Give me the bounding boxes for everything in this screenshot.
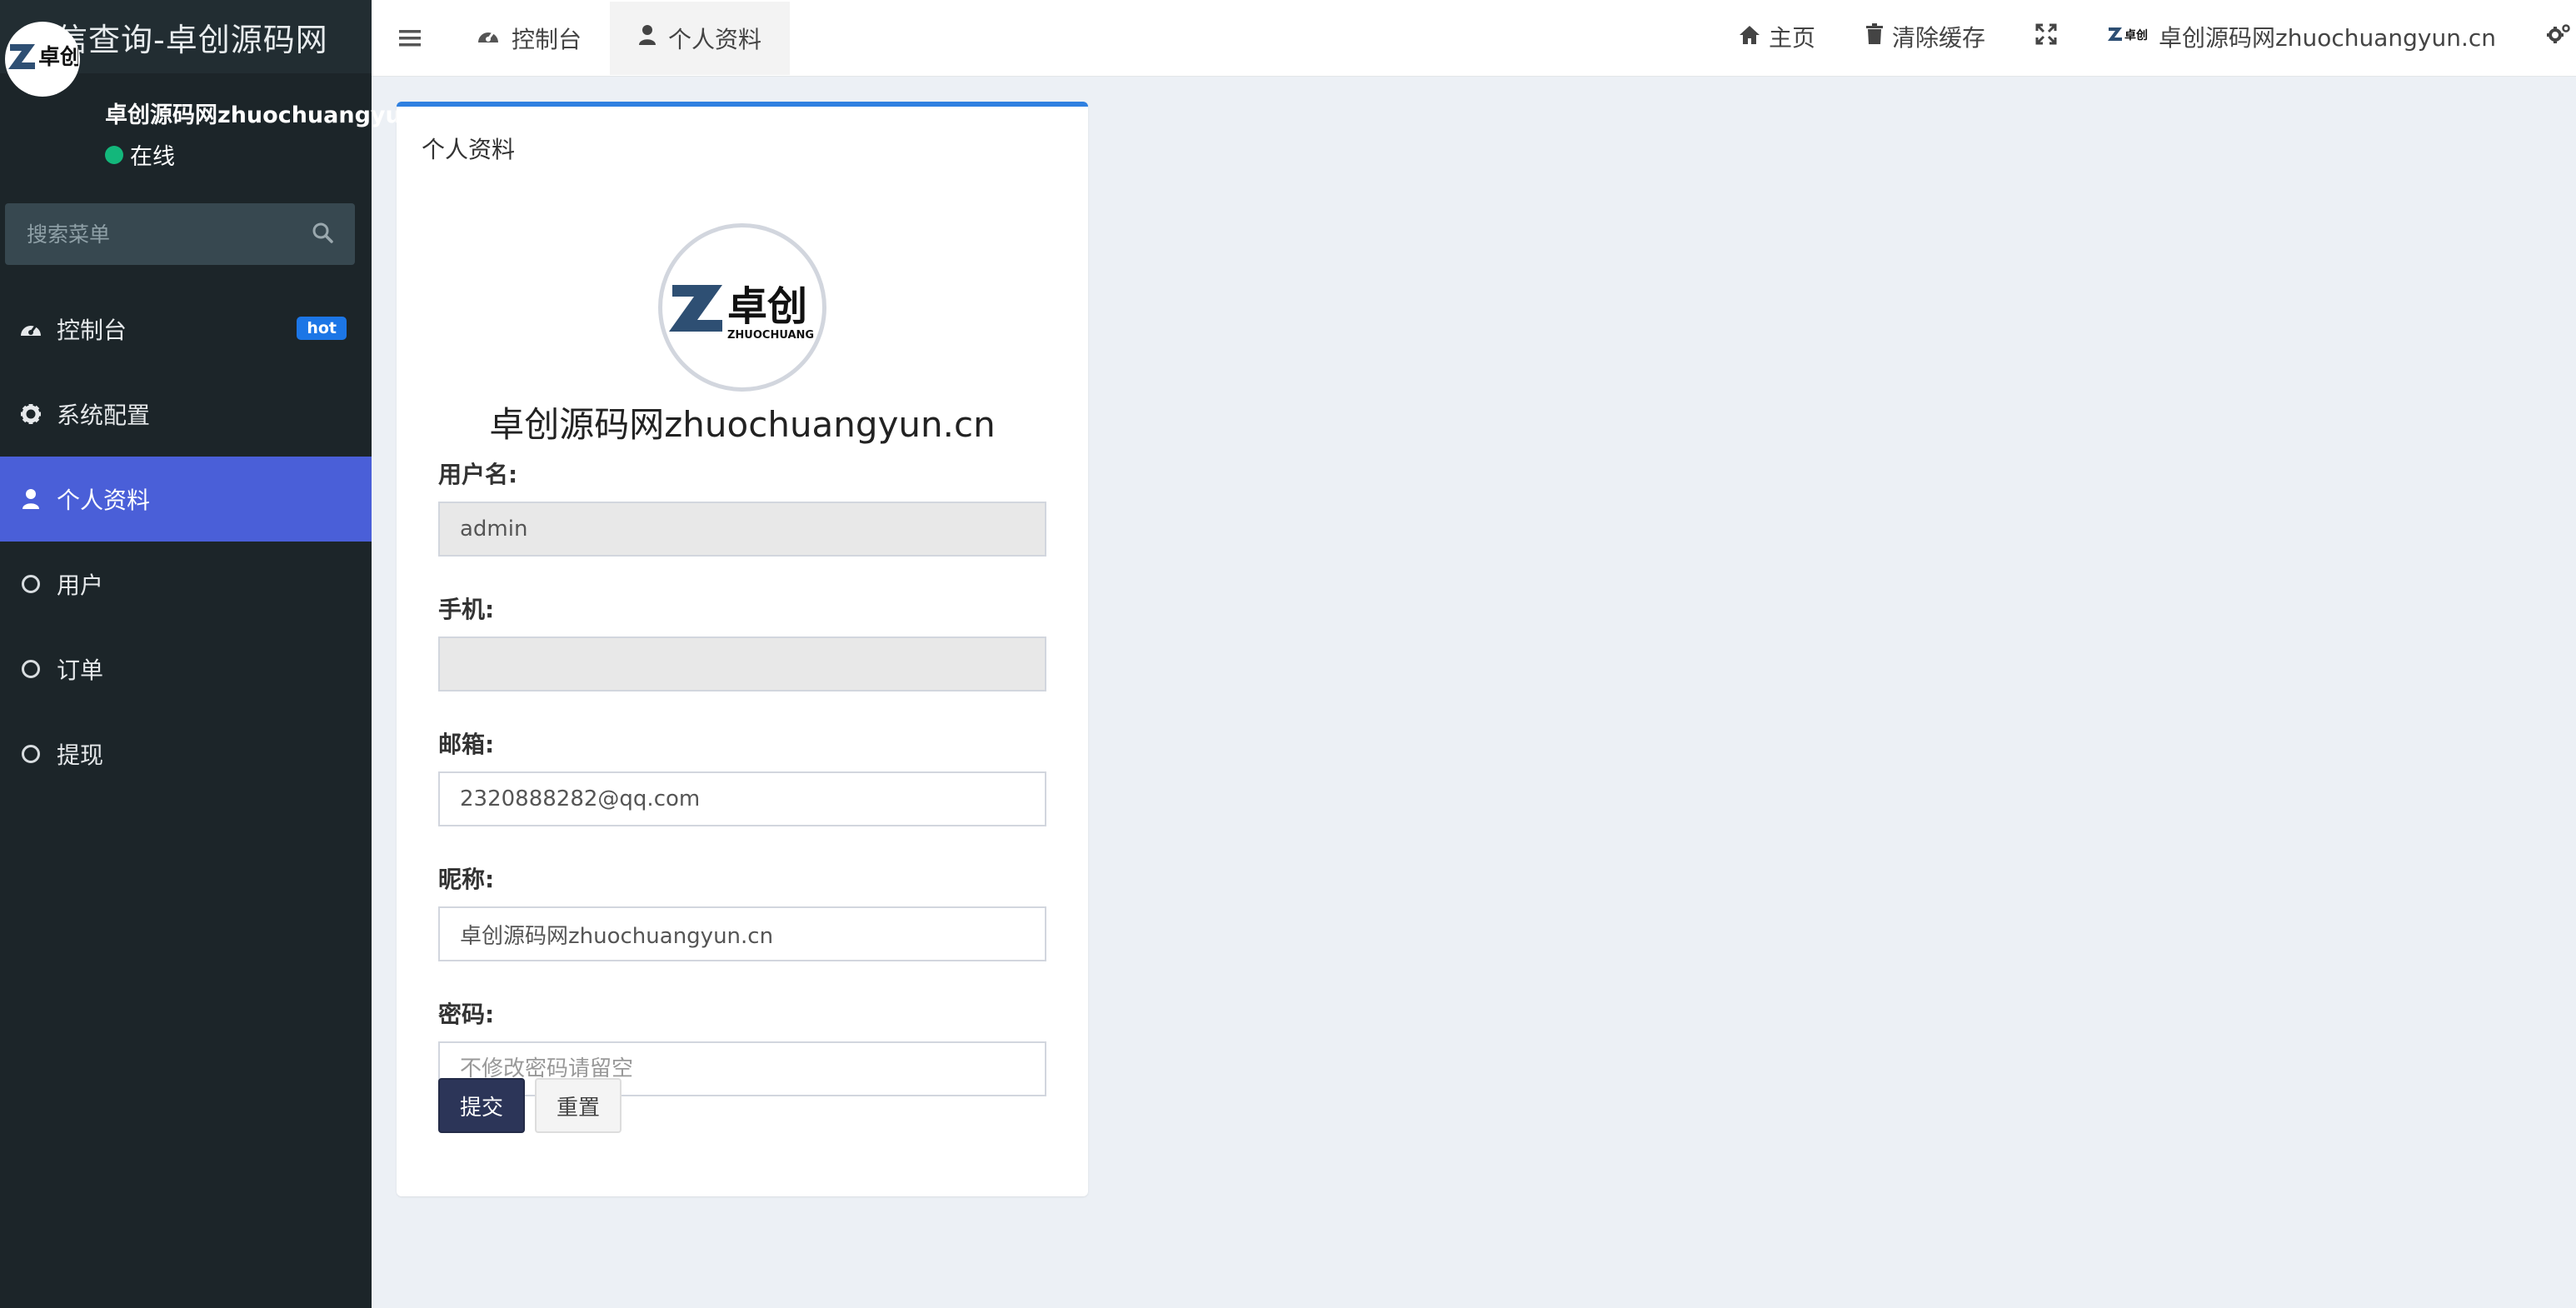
sidebar-item-withdraw[interactable]: 提现 <box>0 711 372 796</box>
hot-badge: hot <box>297 317 347 340</box>
sidebar-search <box>5 203 355 265</box>
clear-cache-label: 清除缓存 <box>1891 24 1985 52</box>
nickname-label: 昵称: <box>438 866 495 893</box>
tab-profile[interactable]: 个人资料 <box>610 1 791 75</box>
box-title: 个人资料 <box>422 136 516 163</box>
svg-text:ZHUOCHUANG: ZHUOCHUANG <box>727 329 814 342</box>
circle-o-icon <box>18 660 43 678</box>
user-status: 在线 <box>105 138 175 171</box>
search-icon[interactable] <box>312 222 333 247</box>
search-input[interactable] <box>27 222 277 247</box>
phone-label: 手机: <box>438 596 495 623</box>
sidebar-item-label: 控制台 <box>57 317 127 344</box>
sidebar-item-label: 用户 <box>57 572 104 599</box>
username-label: 用户名: <box>438 461 518 488</box>
clear-cache-link[interactable]: 清除缓存 <box>1840 0 2010 73</box>
username-field[interactable] <box>438 502 1046 557</box>
gears-icon <box>2546 22 2571 52</box>
reset-button[interactable]: 重置 <box>535 1078 622 1133</box>
tab-label: 个人资料 <box>668 25 762 53</box>
home-link[interactable]: 主页 <box>1714 0 1840 73</box>
email-label: 邮箱: <box>438 731 495 758</box>
trash-icon <box>1865 22 1884 51</box>
sidebar-item-settings[interactable]: 系统配置 <box>0 372 372 457</box>
profile-box: 个人资料 卓创 ZHUOCHUANG 卓创源码网zhuochuangyun.cn… <box>397 102 1088 1196</box>
phone-group: 手机: <box>438 592 1046 691</box>
password-label: 密码: <box>438 1001 495 1028</box>
top-navbar: 控制台 个人资料 主页 清除缓存 卓创 卓创源码网zhuochuangyun.c… <box>372 0 2576 77</box>
tab-label: 控制台 <box>512 25 582 53</box>
circle-o-icon <box>18 575 43 593</box>
sidebar-menu: 控制台 hot 系统配置 个人资料 用户 订单 提现 <box>0 287 372 796</box>
user-menu[interactable]: 卓创 卓创源码网zhuochuangyun.cn <box>2082 0 2521 73</box>
sidebar-item-users[interactable]: 用户 <box>0 542 372 627</box>
sidebar: 征信查询-卓创源码网 卓创 卓创源码网zhuochuangyun.cn 在线 控… <box>0 0 455 1308</box>
sidebar-item-label: 系统配置 <box>57 402 151 429</box>
gear-icon <box>18 403 43 425</box>
menu-toggle-icon[interactable] <box>372 0 448 77</box>
dashboard-icon <box>477 24 500 52</box>
avatar: 卓创 <box>2107 22 2150 52</box>
svg-text:卓创: 卓创 <box>38 45 78 70</box>
fullscreen-icon <box>2035 23 2057 51</box>
profile-name: 卓创源码网zhuochuangyun.cn <box>489 404 996 445</box>
tab-dashboard[interactable]: 控制台 <box>448 2 610 75</box>
avatar: 卓创 <box>5 22 80 97</box>
sidebar-item-label: 提现 <box>57 741 104 769</box>
sidebar-item-label: 个人资料 <box>57 487 151 514</box>
nickname-field[interactable] <box>438 906 1046 961</box>
navbar-right: 主页 清除缓存 卓创 卓创源码网zhuochuangyun.cn <box>1714 0 2576 73</box>
home-label: 主页 <box>1768 24 1815 52</box>
profile-avatar: 卓创 ZHUOCHUANG <box>658 223 826 392</box>
form-buttons: 提交 重置 <box>438 1078 622 1133</box>
submit-button[interactable]: 提交 <box>438 1078 526 1133</box>
user-icon <box>638 24 656 52</box>
user-menu-name: 卓创源码网zhuochuangyun.cn <box>2159 24 2496 52</box>
fullscreen-button[interactable] <box>2010 0 2082 73</box>
sidebar-item-profile[interactable]: 个人资料 <box>0 457 372 542</box>
svg-text:卓创: 卓创 <box>2124 28 2148 42</box>
user-icon <box>18 488 43 510</box>
dashboard-icon <box>18 319 43 339</box>
sidebar-item-dashboard[interactable]: 控制台 hot <box>0 287 372 372</box>
settings-button[interactable] <box>2521 0 2576 73</box>
nickname-group: 昵称: <box>438 861 1046 961</box>
status-text: 在线 <box>130 144 175 170</box>
sidebar-item-label: 订单 <box>57 656 104 684</box>
circle-o-icon <box>18 745 43 763</box>
email-field[interactable] <box>438 771 1046 826</box>
username-group: 用户名: <box>438 457 1046 557</box>
sidebar-item-orders[interactable]: 订单 <box>0 627 372 711</box>
phone-field[interactable] <box>438 637 1046 691</box>
profile-form: 用户名: 手机: 邮箱: 昵称: 密码: <box>438 457 1046 1131</box>
home-icon <box>1739 23 1760 51</box>
email-group: 邮箱: <box>438 726 1046 826</box>
online-dot-icon <box>105 145 123 164</box>
svg-text:卓创: 卓创 <box>727 283 807 330</box>
